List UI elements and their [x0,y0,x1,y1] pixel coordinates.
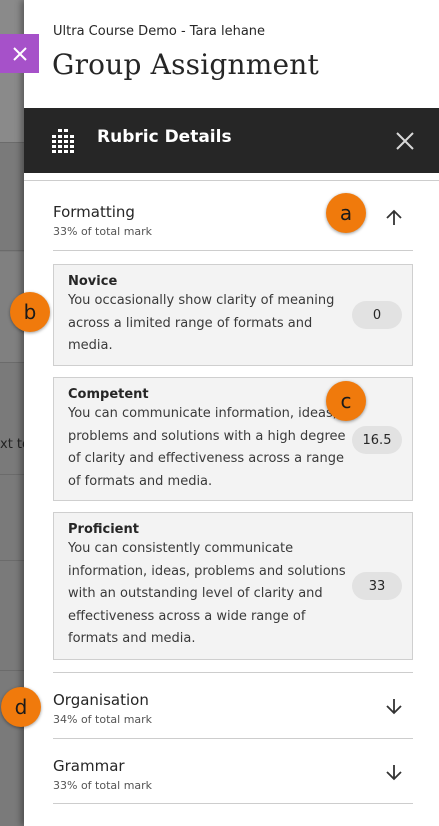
criterion-name: Grammar [53,757,125,775]
divider [24,180,439,181]
level-proficient[interactable]: Proficient You can consistently communic… [53,512,413,660]
expand-arrow-down-icon[interactable] [384,762,404,782]
close-panel-button[interactable] [0,34,39,73]
callout-marker: c [326,381,366,421]
level-novice[interactable]: Novice You occasionally show clarity of … [53,264,413,366]
divider [53,738,413,739]
level-description: You occasionally show clarity of meaning… [68,293,335,353]
level-points: 33 [352,572,402,600]
criterion-grammar[interactable]: Grammar 33% of total mark [53,757,413,792]
criterion-weight: 33% of total mark [53,779,153,792]
expand-arrow-down-icon[interactable] [384,696,404,716]
criterion-weight: 34% of total mark [53,713,153,726]
rubric-header-bar: Rubric Details [24,108,439,173]
callout-marker: d [1,687,41,727]
criterion-organisation[interactable]: Organisation 34% of total mark [53,691,413,726]
course-name: Ultra Course Demo - Tara lehane [53,24,266,39]
rubric-title: Rubric Details [97,127,232,147]
rubric-grid-icon [52,129,74,153]
close-rubric-button[interactable] [394,130,416,152]
close-icon [12,46,27,61]
level-points: 0 [352,301,402,329]
collapse-arrow-up-icon[interactable] [384,208,404,228]
criterion-name: Organisation [53,691,149,709]
callout-marker: a [326,193,366,233]
level-name: Competent [68,387,149,402]
callout-marker: b [10,292,50,332]
rubric-panel: Ultra Course Demo - Tara lehane Group As… [24,0,439,826]
level-name: Novice [68,274,118,289]
divider [53,250,413,251]
page-title: Group Assignment [52,48,319,81]
background-text-fragment: xt to [0,437,24,452]
divider [53,672,413,673]
divider [53,803,413,804]
level-description: You can communicate information, ideas, … [68,406,346,489]
level-description: You can consistently communicate informa… [68,541,346,646]
level-name: Proficient [68,522,139,537]
level-points: 16.5 [352,426,402,454]
